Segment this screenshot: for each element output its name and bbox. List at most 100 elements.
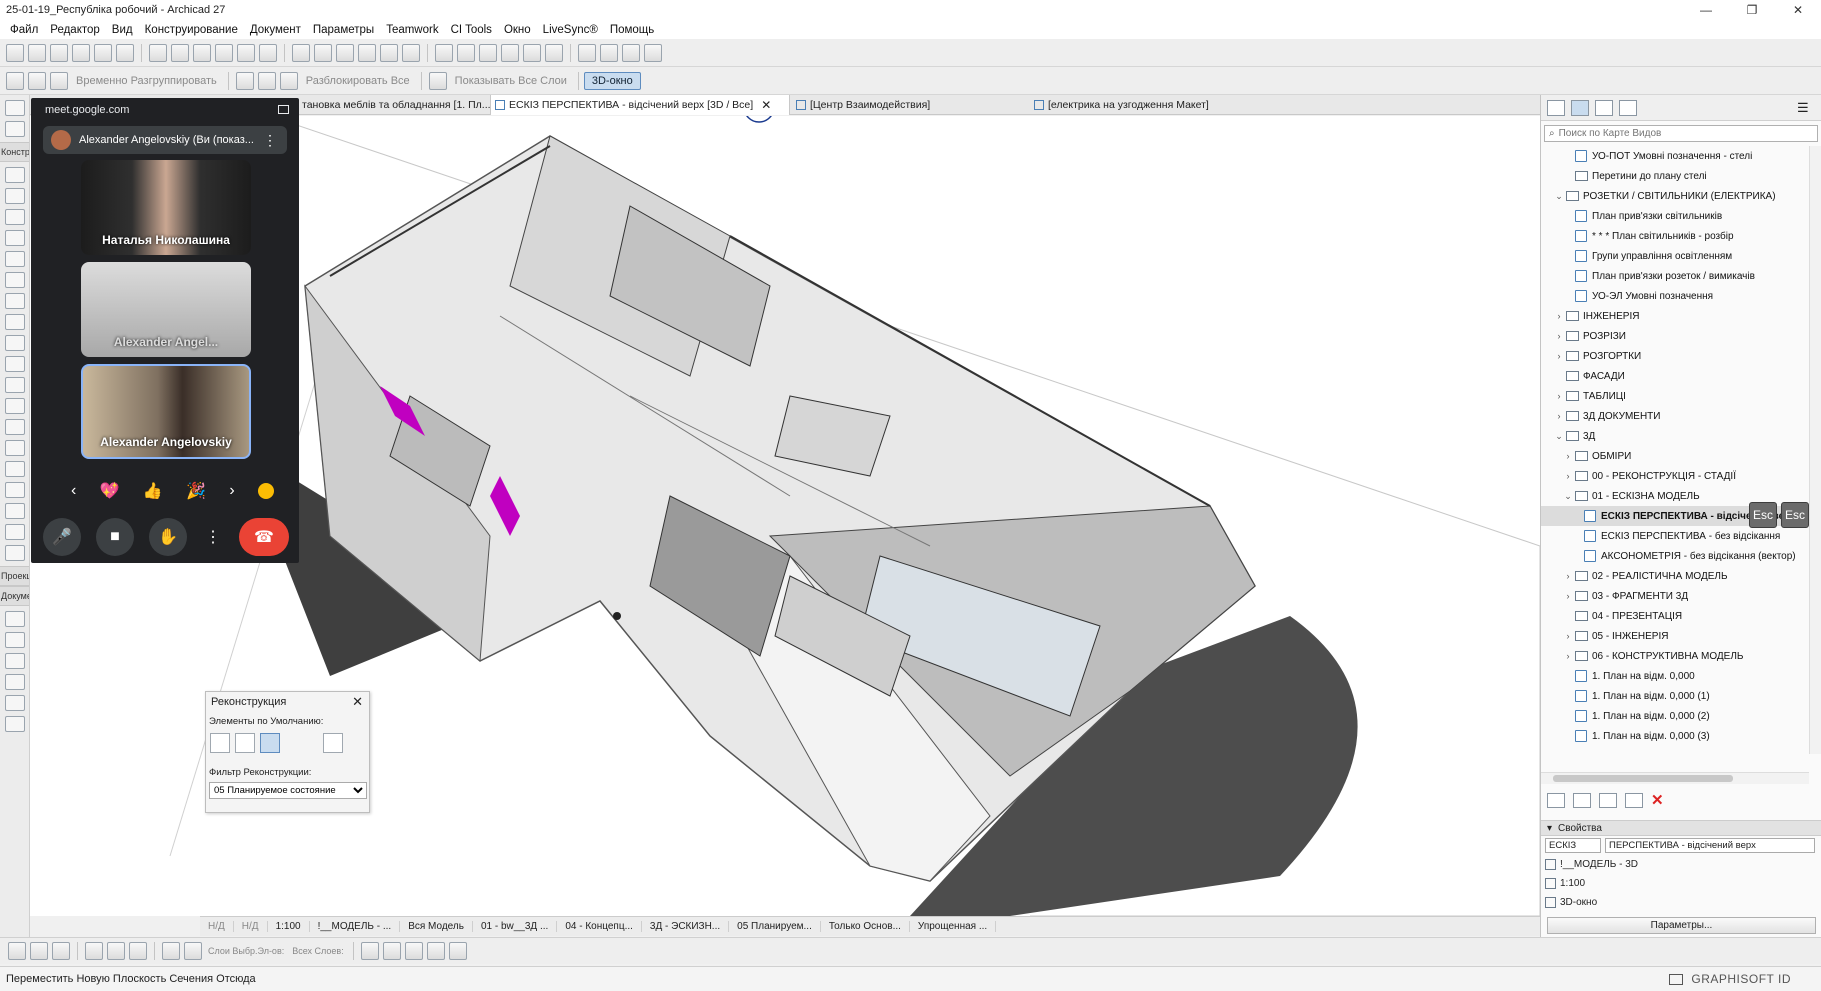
- tree-view-item[interactable]: План прив'язки розеток / вимикачів: [1541, 266, 1809, 286]
- grid-icon[interactable]: [30, 942, 48, 960]
- override-style-icon[interactable]: [323, 733, 343, 753]
- 3d-view-tool-icon[interactable]: [4, 503, 25, 519]
- drag-icon[interactable]: [292, 43, 310, 62]
- tree-view-item[interactable]: ЕСКІЗ ПЕРСПЕКТИВА - без відсікання: [1541, 526, 1809, 546]
- resize-icon[interactable]: [380, 43, 398, 62]
- reactions-next-icon[interactable]: ›: [229, 482, 234, 500]
- tab-furniture-plan[interactable]: тановка меблів та обладнання [1. Пл...: [298, 95, 505, 115]
- tree-view-item[interactable]: 1. План на відм. 0,000 (2): [1541, 706, 1809, 726]
- group-icon[interactable]: [479, 43, 497, 62]
- paste-icon[interactable]: [116, 43, 134, 62]
- morph-tool-icon[interactable]: [4, 440, 25, 456]
- tree-folder[interactable]: › 3Д ДОКУМЕНТИ: [1541, 406, 1809, 426]
- railing-tool-icon[interactable]: [4, 314, 25, 330]
- tree-folder[interactable]: › ОБМІРИ: [1541, 446, 1809, 466]
- tree-horizontal-scrollbar[interactable]: [1541, 772, 1809, 784]
- project-map-icon[interactable]: [1547, 99, 1565, 116]
- tree-folder[interactable]: › РОЗРІЗИ: [1541, 326, 1809, 346]
- tree-folder[interactable]: ⌄ РОЗЕТКИ / СВІТИЛЬНИКИ (ЕЛЕКТРИКА): [1541, 186, 1809, 206]
- zone-tool-icon[interactable]: [4, 398, 25, 414]
- layer-combination-value[interactable]: !__МОДЕЛЬ - 3D: [1560, 859, 1638, 870]
- view-map-icon[interactable]: [1571, 99, 1589, 116]
- existing-status-icon[interactable]: [210, 733, 230, 753]
- new-folder-icon[interactable]: [1599, 792, 1617, 808]
- quick-option[interactable]: Упрощенная ...: [910, 921, 997, 932]
- expand-arrow-icon[interactable]: ›: [1554, 391, 1564, 401]
- quick-option[interactable]: 01 - bw__3Д ...: [473, 921, 558, 932]
- clone-view-icon[interactable]: [1573, 792, 1591, 808]
- undo-icon[interactable]: [6, 43, 24, 62]
- stretch-icon[interactable]: [402, 43, 420, 62]
- self-view-bar[interactable]: Alexander Angelovskiy (Ви (показ... ⋮: [43, 126, 287, 154]
- expand-arrow-icon[interactable]: ›: [1563, 591, 1573, 601]
- close-button[interactable]: ✕: [1775, 0, 1821, 20]
- section-tool-icon[interactable]: [4, 524, 25, 540]
- tree-folder[interactable]: 04 - ПРЕЗЕНТАЦІЯ: [1541, 606, 1809, 626]
- pen-icon[interactable]: [85, 942, 103, 960]
- account-icon[interactable]: [1669, 973, 1683, 985]
- tree-view-item[interactable]: УО-ПОТ Умовні позначення - стелі: [1541, 146, 1809, 166]
- beam-tool-icon[interactable]: [4, 209, 25, 225]
- expand-arrow-icon[interactable]: ›: [1563, 651, 1573, 661]
- magic-icon[interactable]: [644, 43, 662, 62]
- lock-icon[interactable]: [523, 43, 541, 62]
- window-tool-icon[interactable]: [4, 377, 25, 393]
- menu-file[interactable]: Файл: [4, 24, 44, 36]
- expand-arrow-icon[interactable]: ›: [1563, 451, 1573, 461]
- graphisoft-id-button[interactable]: GRAPHISOFT ID: [1691, 972, 1791, 986]
- tree-folder[interactable]: › ТАБЛИЦІ: [1541, 386, 1809, 406]
- camera-icon[interactable]: ■: [96, 518, 134, 556]
- slab-icon[interactable]: [404, 942, 423, 960]
- new-status-icon[interactable]: [260, 733, 280, 753]
- temporarily-ungroup-button[interactable]: Временно Разгруппировать: [70, 75, 223, 87]
- raise-hand-icon[interactable]: ✋: [149, 518, 187, 556]
- radial-dimension-tool-icon[interactable]: [4, 653, 25, 669]
- mirror-icon[interactable]: [336, 43, 354, 62]
- tree-folder[interactable]: ФАСАДИ: [1541, 366, 1809, 386]
- quick-option[interactable]: Н/Д: [200, 921, 234, 932]
- meet-call-window[interactable]: meet.google.com Alexander Angelovskiy (В…: [31, 98, 299, 563]
- menu-design[interactable]: Конструирование: [139, 24, 244, 36]
- maximize-button[interactable]: ❐: [1729, 0, 1775, 20]
- tree-folder[interactable]: › 06 - КОНСТРУКТИВНА МОДЕЛЬ: [1541, 646, 1809, 666]
- roof-icon[interactable]: [426, 942, 445, 960]
- participant-tile-screenshare[interactable]: Alexander Angel...: [81, 262, 251, 357]
- quick-option[interactable]: 1:100: [268, 921, 310, 932]
- more-options-icon[interactable]: ⋮: [263, 132, 277, 149]
- menu-options[interactable]: Параметры: [307, 24, 380, 36]
- split-icon[interactable]: [171, 43, 189, 62]
- reaction-emoji-icon[interactable]: [257, 483, 274, 499]
- toolbox-section-document[interactable]: Докуме: [0, 586, 29, 606]
- angle-dimension-tool-icon[interactable]: [4, 674, 25, 690]
- edit-group-icon[interactable]: [50, 71, 68, 90]
- reaction-heart-icon[interactable]: 💖: [100, 481, 120, 501]
- search-input[interactable]: [1558, 128, 1799, 139]
- layout-book-icon[interactable]: [1595, 99, 1613, 116]
- renovation-filter-select[interactable]: 05 Планируемое состояние: [209, 782, 367, 799]
- object-icon[interactable]: [448, 942, 467, 960]
- menu-help[interactable]: Помощь: [604, 24, 660, 36]
- cut-icon[interactable]: [94, 43, 112, 62]
- tree-folder[interactable]: › ІНЖЕНЕРІЯ: [1541, 306, 1809, 326]
- quick-option[interactable]: Вся Модель: [400, 921, 473, 932]
- level-dimension-tool-icon[interactable]: [4, 632, 25, 648]
- view-settings-icon[interactable]: [1625, 792, 1643, 808]
- rotate-icon[interactable]: [314, 43, 332, 62]
- mesh-tool-icon[interactable]: [4, 419, 25, 435]
- ungroup-icon[interactable]: [501, 43, 519, 62]
- save-view-icon[interactable]: [1547, 792, 1565, 808]
- quick-option[interactable]: !__МОДЕЛЬ - ...: [310, 921, 401, 932]
- view-id-field[interactable]: ЕСКІЗ: [1545, 838, 1601, 853]
- tree-view-item[interactable]: 1. План на відм. 0,000 (3): [1541, 726, 1809, 746]
- menu-ci-tools[interactable]: CI Tools: [445, 24, 498, 36]
- tree-folder[interactable]: ⌄ 3Д: [1541, 426, 1809, 446]
- delete-icon[interactable]: ✕: [1651, 791, 1664, 809]
- redo-icon[interactable]: [28, 71, 46, 90]
- redo-icon[interactable]: [28, 43, 46, 62]
- magic-wand-icon[interactable]: [129, 942, 147, 960]
- trace-icon[interactable]: [162, 942, 180, 960]
- lamp-tool-icon[interactable]: [4, 482, 25, 498]
- copy-icon[interactable]: [72, 43, 90, 62]
- menu-teamwork[interactable]: Teamwork: [380, 24, 444, 36]
- stair-tool-icon[interactable]: [4, 293, 25, 309]
